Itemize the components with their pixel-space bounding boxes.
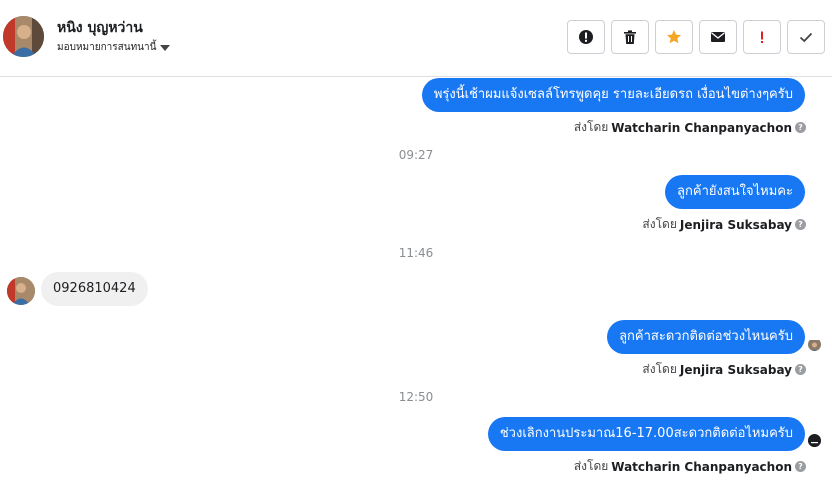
outgoing-message[interactable]: ลูกค้ายังสนใจไหมคะ [665,175,805,209]
envelope-icon [711,32,725,42]
timestamp: 09:27 [398,148,434,162]
exclamation-circle-icon [579,30,593,44]
delivered-icon [808,434,821,447]
outgoing-message[interactable]: พรุ่งนี้เช้าผมแจ้งเซลล์โทรพูดคุย รายละเอ… [421,78,805,112]
sender-name: Jenjira Suksabay [679,217,792,232]
contact-avatar[interactable] [3,16,44,57]
sender-name: Watcharin Chanpanyachon [611,120,792,135]
sent-by-prefix: ส่งโดย [642,362,677,376]
help-icon[interactable]: ? [795,122,806,133]
assign-conversation-dropdown[interactable]: มอบหมายการสนทนานี้ [57,40,171,55]
help-icon[interactable]: ? [795,364,806,375]
mark-unread-button[interactable] [699,20,737,54]
sent-by-label: ส่งโดย Jenjira Suksabay ? [642,215,806,234]
follow-up-button[interactable] [743,20,781,54]
contact-avatar-small [7,277,35,305]
outgoing-message[interactable]: ช่วงเลิกงานประมาณ16-17.00สะดวกติดต่อไหมค… [487,417,805,451]
trash-icon [624,30,636,44]
sent-by-label: ส่งโดย Jenjira Suksabay ? [642,360,806,379]
star-icon [667,30,681,44]
outgoing-message[interactable]: ลูกค้าสะดวกติดต่อช่วงไหนครับ [607,320,805,354]
seen-avatar [808,338,821,351]
timestamp: 12:50 [398,390,434,404]
sent-by-prefix: ส่งโดย [573,120,609,134]
sent-by-label: ส่งโดย Watcharin Chanpanyachon ? [574,457,806,476]
star-button[interactable] [655,20,693,54]
help-icon[interactable]: ? [795,461,806,472]
exclamation-icon [761,31,763,43]
incoming-message[interactable]: 0926810424 [41,272,148,306]
assign-label: มอบหมายการสนทนานี้ [57,42,157,53]
delete-button[interactable] [611,20,649,54]
mark-done-button[interactable] [787,20,825,54]
header-actions [567,20,825,54]
report-spam-button[interactable] [567,20,605,54]
message-thread[interactable]: พรุ่งนี้เช้าผมแจ้งเซลล์โทรพูดคุย รายละเอ… [0,78,832,493]
caret-down-icon [160,44,171,51]
sender-name: Jenjira Suksabay [679,362,792,377]
sent-by-label: ส่งโดย Watcharin Chanpanyachon ? [574,118,806,137]
sent-by-prefix: ส่งโดย [573,459,609,473]
help-icon[interactable]: ? [795,219,806,230]
timestamp: 11:46 [398,246,434,260]
checkmark-icon [799,32,813,43]
conversation-header: หนิง บุญหว่าน มอบหมายการสนทนานี้ [0,0,832,77]
contact-name[interactable]: หนิง บุญหว่าน [57,17,143,39]
sender-name: Watcharin Chanpanyachon [611,459,792,474]
sent-by-prefix: ส่งโดย [642,217,677,231]
